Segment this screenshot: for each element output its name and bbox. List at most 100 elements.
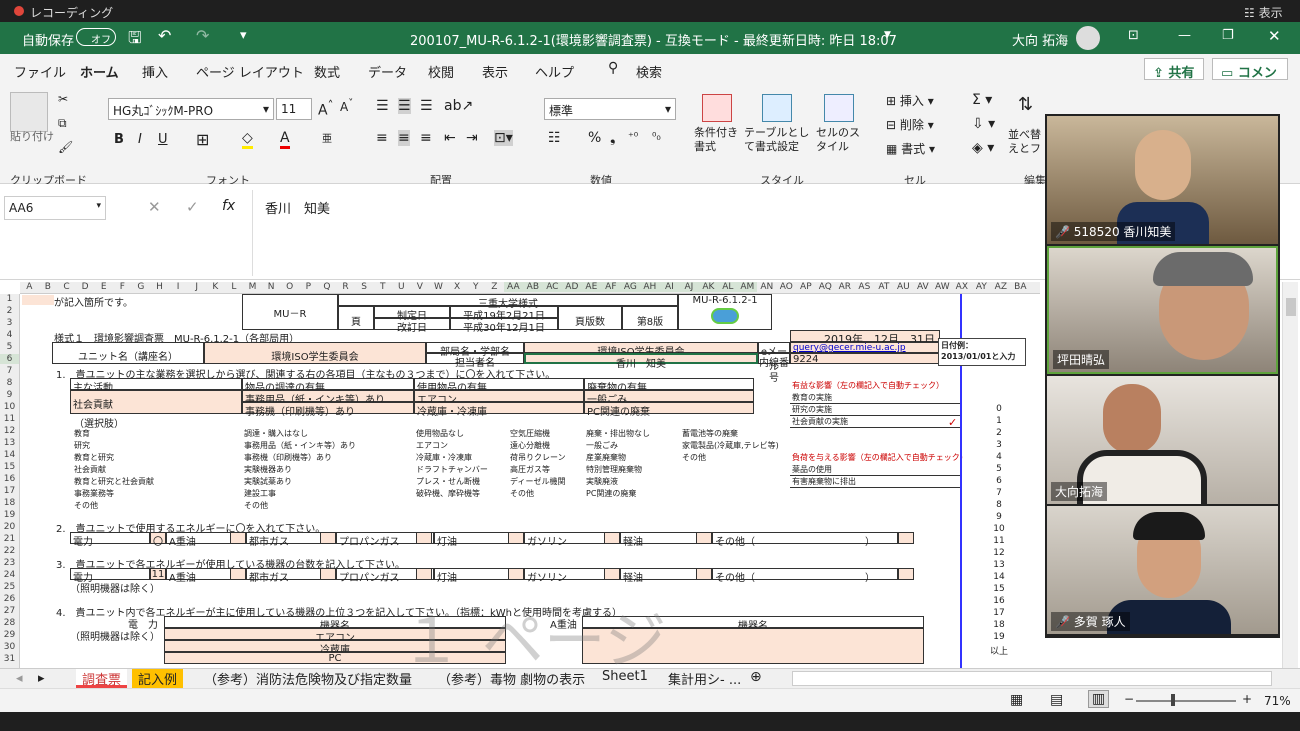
- column-header[interactable]: O: [280, 282, 299, 292]
- column-header[interactable]: AD: [562, 282, 582, 292]
- column-header[interactable]: K: [206, 282, 225, 292]
- column-header[interactable]: AT: [874, 282, 894, 292]
- waste-value-2[interactable]: PC関連の廃棄: [584, 402, 754, 418]
- page-layout-view-icon[interactable]: ▤: [1050, 692, 1063, 708]
- participant-tile-1[interactable]: 🎤̸ 518520 香川知美: [1047, 116, 1278, 244]
- ribbon-display-icon[interactable]: ⊡: [1128, 28, 1139, 43]
- column-header[interactable]: L: [225, 282, 244, 292]
- energy-input-cell[interactable]: [416, 568, 432, 580]
- border-icon[interactable]: ⊞: [196, 130, 209, 149]
- tab-view[interactable]: 表示: [482, 62, 508, 81]
- tab-example[interactable]: 記入例: [132, 669, 184, 688]
- row-header[interactable]: 20: [0, 522, 19, 532]
- fill-color-icon[interactable]: ◇: [242, 130, 253, 149]
- row-header[interactable]: 2: [0, 306, 19, 316]
- qat-menu-icon[interactable]: ▾: [240, 28, 247, 43]
- row-header[interactable]: 4: [0, 330, 19, 340]
- tab-survey[interactable]: 調査票: [76, 669, 128, 688]
- energy-input-cell[interactable]: [604, 568, 620, 580]
- column-header[interactable]: AY: [972, 282, 992, 292]
- column-header[interactable]: M: [243, 282, 262, 292]
- font-grow-icon[interactable]: A˄: [318, 98, 333, 119]
- column-header[interactable]: AG: [620, 282, 641, 292]
- undo-icon[interactable]: ↶: [158, 26, 171, 45]
- column-header[interactable]: AL: [718, 282, 738, 292]
- format-as-table-label[interactable]: テーブルとして書式設定: [744, 126, 816, 154]
- row-header[interactable]: 16: [0, 474, 19, 484]
- zoom-in-icon[interactable]: +: [1242, 692, 1252, 706]
- participant-tile-2[interactable]: 坪田晴弘: [1047, 246, 1278, 374]
- row-header[interactable]: 25: [0, 582, 19, 592]
- share-button[interactable]: ⇪ 共有: [1144, 58, 1204, 81]
- row-header[interactable]: 13: [0, 438, 19, 448]
- phonetic-icon[interactable]: 亜: [322, 130, 332, 145]
- energy-input-cell[interactable]: [696, 532, 712, 544]
- column-header[interactable]: S: [355, 282, 374, 292]
- format-as-table-icon[interactable]: [762, 94, 792, 122]
- column-header[interactable]: AZ: [991, 282, 1011, 292]
- procurement-value-1[interactable]: 事務用品（紙・インキ等）あり: [242, 390, 414, 406]
- column-header[interactable]: AM: [737, 282, 758, 292]
- column-header[interactable]: H: [150, 282, 169, 292]
- delete-cells-button[interactable]: ⊟ 削除 ▾: [886, 116, 934, 133]
- column-header[interactable]: U: [392, 282, 411, 292]
- date-cell[interactable]: 2019年 12月 31日: [790, 330, 940, 346]
- unit-value[interactable]: 環境ISO学生委員会: [204, 342, 426, 364]
- comment-button[interactable]: ▭ コメント: [1212, 58, 1288, 100]
- energy-input-cell[interactable]: [508, 568, 524, 580]
- energy-input-cell[interactable]: [898, 568, 914, 580]
- row-header[interactable]: 19: [0, 510, 19, 520]
- font-size-select[interactable]: 11: [276, 98, 312, 120]
- horizontal-scrollbar[interactable]: [792, 671, 1272, 686]
- paste-label[interactable]: 貼り付け: [10, 128, 54, 144]
- column-header[interactable]: I: [169, 282, 188, 292]
- energy-mark-cell[interactable]: 11: [150, 568, 166, 580]
- extension-value[interactable]: 9224: [790, 353, 940, 365]
- row-header[interactable]: 11: [0, 414, 19, 424]
- font-shrink-icon[interactable]: A˅: [340, 98, 353, 114]
- column-header[interactable]: AC: [542, 282, 563, 292]
- column-header[interactable]: AW: [933, 282, 953, 292]
- autosum-icon[interactable]: Σ ▾: [972, 92, 992, 108]
- column-header[interactable]: BA: [1011, 282, 1031, 292]
- tab-poison[interactable]: （参考）毒物 劇物の表示: [432, 669, 591, 688]
- underline-icon[interactable]: U: [158, 132, 168, 147]
- indent-decrease-icon[interactable]: ⇤: [444, 130, 456, 146]
- font-name-select[interactable]: HG丸ｺﾞｼｯｸM-PRO ▾: [108, 98, 274, 120]
- decimal-decrease-icon[interactable]: ⁰₀: [652, 130, 661, 143]
- column-header[interactable]: D: [76, 282, 95, 292]
- column-header[interactable]: E: [94, 282, 113, 292]
- row-header[interactable]: 9: [0, 390, 19, 400]
- row-header[interactable]: 12: [0, 426, 19, 436]
- insert-cells-button[interactable]: ⊞ 挿入 ▾: [886, 92, 934, 109]
- row-header[interactable]: 15: [0, 462, 19, 472]
- column-header[interactable]: X: [448, 282, 467, 292]
- column-header[interactable]: G: [132, 282, 151, 292]
- column-header[interactable]: F: [113, 282, 132, 292]
- cut-icon[interactable]: ✂: [58, 92, 68, 106]
- column-header[interactable]: AA: [503, 282, 524, 292]
- tab-insert[interactable]: 挿入: [142, 62, 168, 81]
- cell-styles-icon[interactable]: [824, 94, 854, 122]
- energy-input-cell[interactable]: [230, 532, 246, 544]
- align-middle-icon[interactable]: ☰: [398, 98, 411, 114]
- tab-review[interactable]: 校閲: [428, 62, 454, 81]
- column-header[interactable]: AO: [777, 282, 797, 292]
- row-header[interactable]: 6: [0, 354, 19, 364]
- cell-styles-label[interactable]: セルのスタイル: [816, 126, 868, 154]
- column-header[interactable]: AF: [601, 282, 621, 292]
- format-cells-button[interactable]: ▦ 書式 ▾: [886, 140, 935, 157]
- column-header[interactable]: N: [262, 282, 281, 292]
- column-header[interactable]: V: [411, 282, 430, 292]
- italic-icon[interactable]: I: [138, 132, 142, 147]
- row-header[interactable]: 28: [0, 618, 19, 628]
- column-header[interactable]: AX: [952, 282, 972, 292]
- main-activity-value[interactable]: 社会貢献: [70, 390, 242, 414]
- column-header[interactable]: AE: [581, 282, 602, 292]
- close-icon[interactable]: ✕: [1268, 27, 1281, 45]
- cancel-icon[interactable]: ✕: [148, 198, 161, 216]
- page-break-view-icon[interactable]: ▥: [1088, 690, 1110, 708]
- align-center-icon[interactable]: ≡: [398, 130, 410, 146]
- decimal-increase-icon[interactable]: ⁺⁰: [628, 130, 638, 143]
- column-header[interactable]: AJ: [679, 282, 699, 292]
